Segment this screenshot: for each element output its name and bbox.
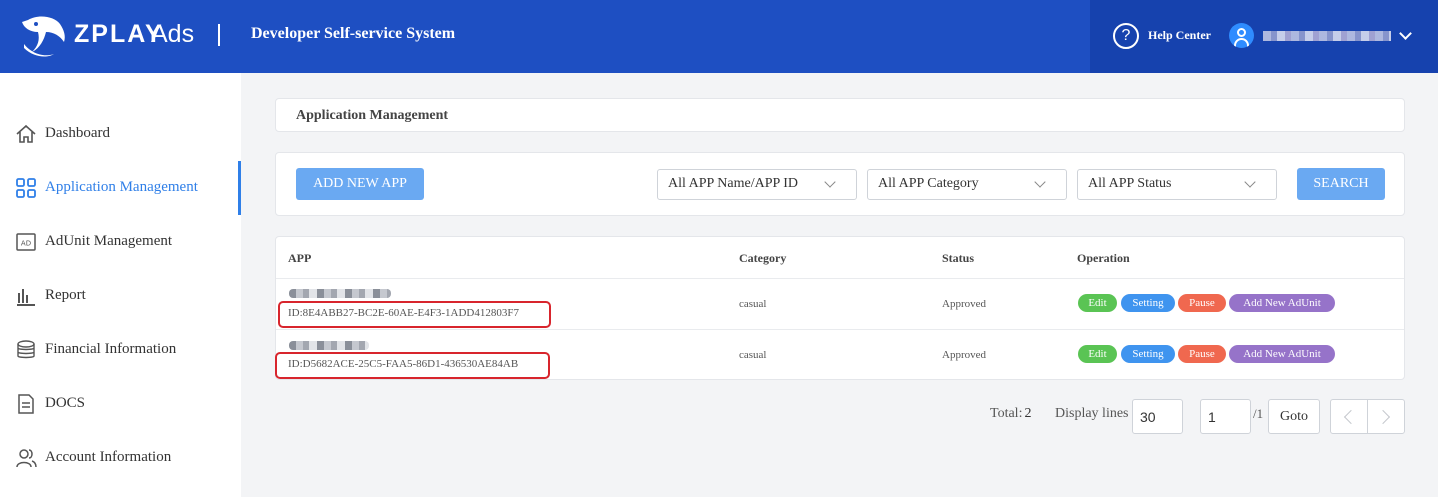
user-icon-body <box>1234 38 1249 48</box>
app-name-select-value: All APP Name/APP ID <box>668 176 799 191</box>
goto-button[interactable]: Goto <box>1268 399 1320 434</box>
app-category-select-value: All APP Category <box>878 176 979 191</box>
setting-button[interactable]: Setting <box>1121 294 1175 312</box>
add-new-adunit-button[interactable]: Add New AdUnit <box>1229 345 1335 363</box>
app-category: casual <box>739 298 767 310</box>
users-icon <box>16 449 37 468</box>
display-lines-label: Display lines <box>1055 406 1129 421</box>
sidebar-item-label: Account Information <box>45 449 172 465</box>
chevron-down-icon <box>1034 176 1046 188</box>
app-status: Approved <box>942 349 986 361</box>
edit-button[interactable]: Edit <box>1078 345 1117 363</box>
zplay-ads-logo[interactable]: ZPLAY Ads <box>20 14 202 58</box>
app-table: APP Category Status Operation ID:8E4ABB2… <box>275 236 1405 380</box>
chevron-right-icon <box>1375 409 1391 425</box>
chevron-left-icon <box>1343 409 1359 425</box>
setting-button[interactable]: Setting <box>1121 345 1175 363</box>
document-icon <box>18 394 34 414</box>
pagination-total: Total: 2 <box>990 406 1031 422</box>
grid-icon <box>16 178 36 198</box>
column-header-operation: Operation <box>1077 251 1130 265</box>
page-title: Application Management <box>296 108 449 123</box>
sidebar-item-label: AdUnit Management <box>45 233 173 249</box>
app-status-select[interactable]: All APP Status <box>1077 169 1277 200</box>
column-header-status: Status <box>942 251 975 265</box>
app-name-select[interactable]: All APP Name/APP ID <box>657 169 857 200</box>
help-icon[interactable]: ? <box>1113 23 1139 49</box>
breadcrumb: Application Management <box>275 98 1405 132</box>
search-button[interactable]: SEARCH <box>1297 168 1385 200</box>
header-divider <box>218 24 220 46</box>
chevron-down-icon <box>824 176 836 188</box>
app-status: Approved <box>942 298 986 310</box>
sidebar-item-report[interactable]: Report <box>0 269 241 323</box>
sidebar-item-dashboard[interactable]: Dashboard <box>0 107 241 161</box>
sidebar-item-application-management[interactable]: Application Management <box>0 161 241 215</box>
ad-icon: AD <box>16 233 36 251</box>
next-page-button[interactable] <box>1367 399 1405 434</box>
app-id: ID:D5682ACE-25C5-FAA5-86D1-436530AE84AB <box>288 358 519 370</box>
app-name-blurred <box>289 289 391 298</box>
add-new-adunit-button[interactable]: Add New AdUnit <box>1229 294 1335 312</box>
dolphin-logo-icon <box>22 16 65 57</box>
pause-button[interactable]: Pause <box>1178 345 1226 363</box>
table-row: ID:8E4ABB27-BC2E-60AE-E4F3-1ADD412803F7 … <box>276 278 1404 329</box>
sidebar-item-account-information[interactable]: Account Information <box>0 431 241 485</box>
top-header: ZPLAY Ads Developer Self-service System … <box>0 0 1438 73</box>
app-id: ID:8E4ABB27-BC2E-60AE-E4F3-1ADD412803F7 <box>288 307 519 319</box>
page-number-input[interactable]: 1 <box>1200 399 1251 434</box>
total-value: 2 <box>1024 406 1032 421</box>
sidebar: Dashboard Application Management AD AdUn… <box>0 73 241 497</box>
coins-icon <box>17 340 35 359</box>
app-category: casual <box>739 349 767 361</box>
svg-text:AD: AD <box>21 240 31 248</box>
pause-button[interactable]: Pause <box>1178 294 1226 312</box>
table-row: ID:D5682ACE-25C5-FAA5-86D1-436530AE84AB … <box>275 329 1404 380</box>
logo-ads-text: Ads <box>151 20 195 48</box>
app-status-select-value: All APP Status <box>1088 176 1172 191</box>
app-name-blurred <box>289 341 369 350</box>
total-label: Total: <box>990 406 1023 421</box>
column-header-category: Category <box>739 251 787 265</box>
bar-chart-icon <box>17 289 35 306</box>
filter-bar: ADD NEW APP All APP Name/APP ID All APP … <box>275 152 1405 216</box>
previous-page-button[interactable] <box>1330 399 1368 434</box>
user-icon-head <box>1237 28 1246 37</box>
chevron-down-icon <box>1244 176 1256 188</box>
sidebar-item-adunit-management[interactable]: AD AdUnit Management <box>0 215 241 269</box>
sidebar-item-label: Report <box>45 287 86 303</box>
add-new-app-button[interactable]: ADD NEW APP <box>296 168 424 200</box>
sidebar-item-docs[interactable]: DOCS <box>0 377 241 431</box>
system-title: Developer Self-service System <box>251 25 456 42</box>
edit-button[interactable]: Edit <box>1078 294 1117 312</box>
sidebar-item-financial-information[interactable]: Financial Information <box>0 323 241 377</box>
sidebar-item-label: Dashboard <box>45 125 110 141</box>
column-header-app: APP <box>288 251 312 265</box>
user-icon[interactable] <box>1229 23 1254 48</box>
sidebar-item-label: DOCS <box>45 395 86 411</box>
home-icon <box>16 124 36 143</box>
help-center-link[interactable]: Help Center <box>1148 28 1211 43</box>
page-total: /1 <box>1253 406 1264 421</box>
sidebar-item-label: Financial Information <box>45 341 177 357</box>
display-lines-input[interactable]: 30 <box>1132 399 1183 434</box>
user-name-blurred[interactable] <box>1263 31 1391 41</box>
sidebar-item-label: Application Management <box>45 179 198 195</box>
app-category-select[interactable]: All APP Category <box>867 169 1067 200</box>
